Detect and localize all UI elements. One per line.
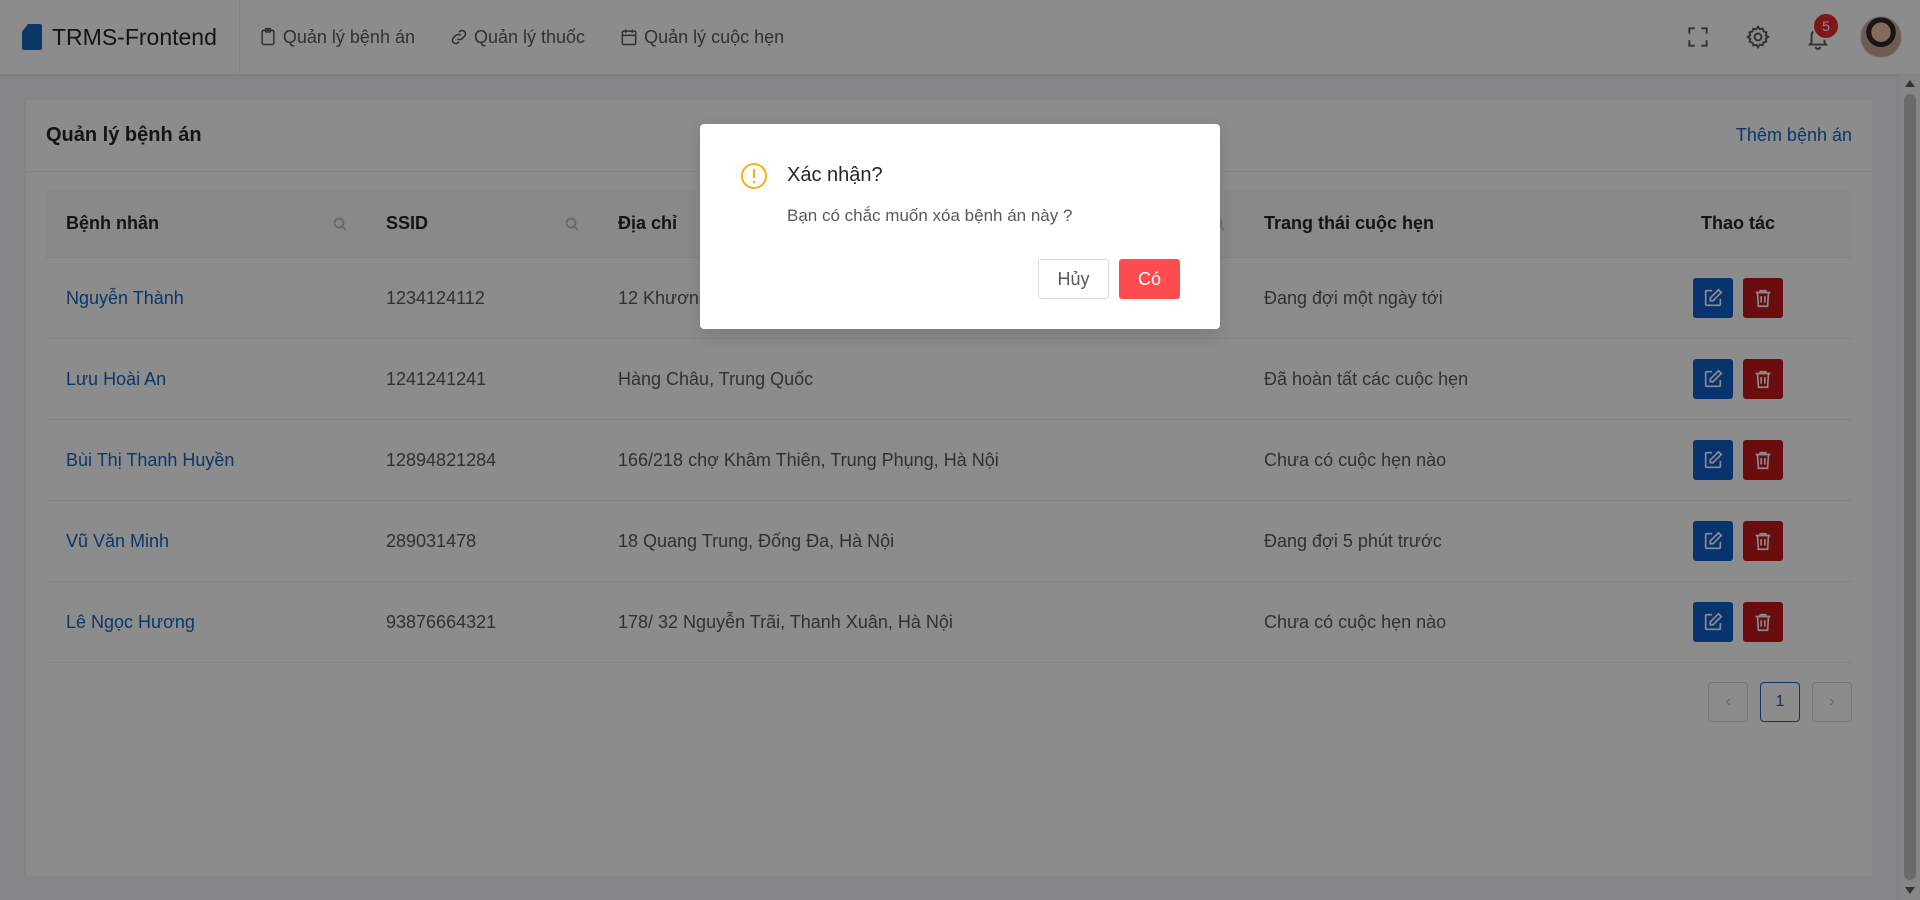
cancel-button[interactable]: Hủy — [1038, 259, 1109, 299]
exclamation-circle-icon — [741, 163, 767, 189]
confirm-dialog: Xác nhận? Bạn có chắc muốn xóa bệnh án n… — [700, 124, 1220, 329]
confirm-delete-button[interactable]: Có — [1119, 259, 1180, 299]
dialog-title: Xác nhận? — [787, 164, 883, 186]
dialog-message: Bạn có chắc muốn xóa bệnh án này ? — [787, 206, 1073, 225]
